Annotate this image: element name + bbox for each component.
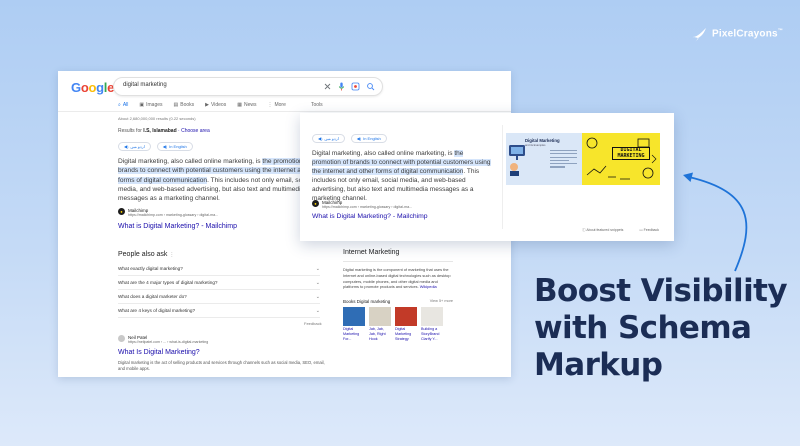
headline: Boost Visibility with Schema Markup [534,273,788,383]
